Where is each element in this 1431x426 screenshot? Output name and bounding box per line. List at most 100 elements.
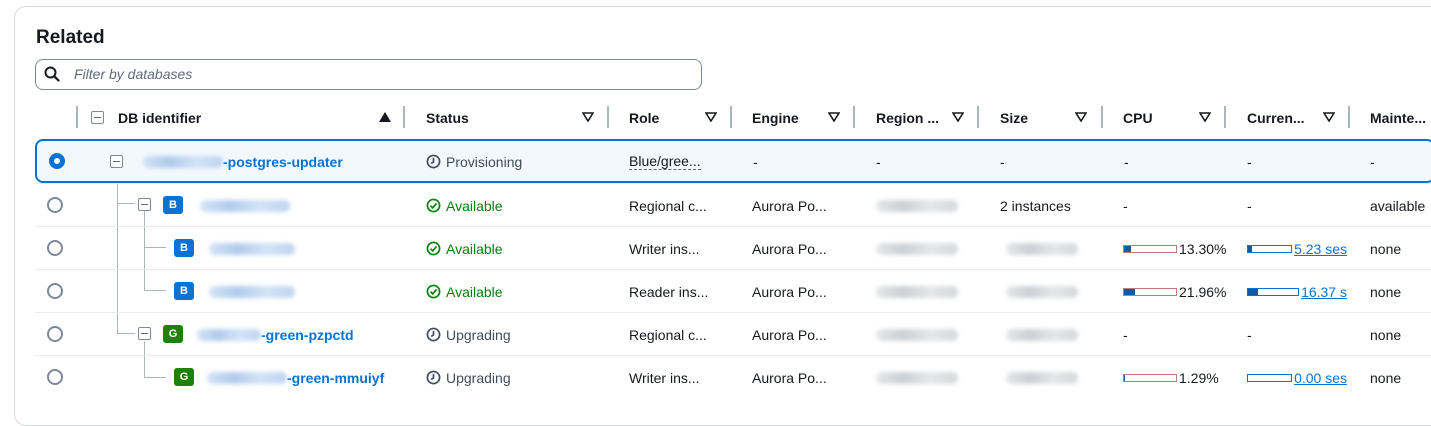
cpu-cell: - <box>1123 326 1128 343</box>
row-radio[interactable] <box>47 326 63 342</box>
clock-icon <box>426 154 441 169</box>
redacted-text <box>1006 285 1078 298</box>
panel-title: Related <box>36 27 105 48</box>
db-identifier[interactable]: -postgres-updater <box>143 140 343 183</box>
column-header-role[interactable]: Role <box>629 97 659 139</box>
status-cell: Available <box>426 227 503 270</box>
row-radio[interactable] <box>47 369 63 385</box>
table-row[interactable]: -postgres-updater Provisioning Blue/gree… <box>35 139 1431 183</box>
size-cell <box>1000 356 1078 399</box>
column-divider[interactable] <box>1224 106 1226 128</box>
cpu-cell: 13.30% <box>1123 227 1226 270</box>
cpu-cell: 1.29% <box>1123 356 1219 399</box>
role-cell: Blue/gree... <box>629 153 701 170</box>
region-cell <box>876 356 958 399</box>
collapse-square-icon[interactable] <box>138 198 151 211</box>
table-row[interactable]: B Available Writer ins... Aurora Po... 1… <box>35 226 1431 269</box>
table-row[interactable]: B Available Regional c... Aurora Po... 2… <box>35 183 1431 226</box>
engine-cell: Aurora Po... <box>752 240 827 257</box>
connections-meter <box>1247 244 1293 253</box>
column-header-region[interactable]: Region ... <box>876 97 939 139</box>
status-cell: Available <box>426 270 503 313</box>
role-cell: Regional c... <box>629 197 707 214</box>
sort-ascending-icon[interactable] <box>379 112 391 122</box>
db-identifier[interactable]: -green-mmuiyf <box>207 356 384 399</box>
column-header-maintenance[interactable]: Mainte... <box>1370 97 1426 139</box>
collapse-all-icon[interactable] <box>91 111 104 124</box>
column-divider[interactable] <box>730 106 732 128</box>
row-radio[interactable] <box>49 153 65 169</box>
redacted-text <box>197 328 261 341</box>
column-divider[interactable] <box>403 106 405 128</box>
connections-cell: - <box>1247 326 1252 343</box>
sort-icon[interactable] <box>1075 112 1087 122</box>
column-header-cpu[interactable]: CPU <box>1123 97 1153 139</box>
column-header-db-identifier[interactable]: DB identifier <box>118 97 201 139</box>
maintenance-cell: none <box>1370 369 1402 386</box>
column-divider[interactable] <box>607 106 609 128</box>
column-divider[interactable] <box>1348 106 1350 128</box>
column-divider[interactable] <box>977 106 979 128</box>
sort-icon[interactable] <box>828 112 840 122</box>
db-identifier[interactable] <box>200 184 290 227</box>
sort-icon[interactable] <box>582 112 594 122</box>
db-identifier[interactable]: -green-pzpctd <box>197 313 354 356</box>
redacted-text <box>143 155 223 168</box>
engine-cell: Aurora Po... <box>752 369 827 386</box>
collapse-square-icon[interactable] <box>110 155 123 168</box>
sort-icon[interactable] <box>952 112 964 122</box>
status-cell: Upgrading <box>426 313 511 356</box>
column-header-engine[interactable]: Engine <box>752 97 799 139</box>
table-row[interactable]: G -green-mmuiyf Upgrading Writer ins... … <box>35 355 1431 398</box>
column-divider[interactable] <box>853 106 855 128</box>
region-cell <box>876 313 958 356</box>
size-cell: 2 instances <box>1000 197 1071 214</box>
redacted-text <box>876 328 958 341</box>
blue-badge: B <box>163 196 183 214</box>
row-radio[interactable] <box>47 197 63 213</box>
blue-badge: B <box>174 282 194 300</box>
redacted-text <box>209 285 295 298</box>
db-identifier[interactable] <box>209 227 295 270</box>
status-cell: Provisioning <box>426 140 522 183</box>
table-row[interactable]: B Available Reader ins... Aurora Po... 2… <box>35 269 1431 312</box>
redacted-text <box>200 199 290 212</box>
column-divider[interactable] <box>1101 106 1103 128</box>
cpu-cell: - <box>1124 153 1129 170</box>
table-row[interactable]: G -green-pzpctd Upgrading Regional c... … <box>35 312 1431 355</box>
filter-box[interactable] <box>35 59 702 90</box>
clock-icon <box>426 370 441 385</box>
redacted-text <box>876 242 958 255</box>
role-cell: Regional c... <box>629 326 707 343</box>
engine-cell: Aurora Po... <box>752 197 827 214</box>
status-cell: Upgrading <box>426 356 511 399</box>
sort-icon[interactable] <box>1323 112 1335 122</box>
column-divider[interactable] <box>76 106 78 128</box>
size-cell <box>1000 227 1078 270</box>
cpu-cell: 21.96% <box>1123 270 1226 313</box>
sort-icon[interactable] <box>705 112 717 122</box>
db-identifier[interactable] <box>209 270 295 313</box>
column-header-current-activity[interactable]: Curren... <box>1247 97 1305 139</box>
row-radio[interactable] <box>47 283 63 299</box>
sort-icon[interactable] <box>1199 112 1211 122</box>
filter-input[interactable] <box>74 64 674 84</box>
region-cell <box>876 270 958 313</box>
column-header-status[interactable]: Status <box>426 97 469 139</box>
role-cell: Writer ins... <box>629 240 700 257</box>
clock-icon <box>426 327 441 342</box>
size-cell <box>1000 313 1078 356</box>
column-header-size[interactable]: Size <box>1000 97 1028 139</box>
green-badge: G <box>163 325 183 343</box>
region-cell <box>876 227 958 270</box>
connections-meter <box>1247 287 1300 296</box>
redacted-text <box>1006 328 1078 341</box>
connections-meter <box>1247 373 1293 382</box>
redacted-text <box>876 371 958 384</box>
collapse-square-icon[interactable] <box>138 327 151 340</box>
cpu-meter <box>1123 373 1177 382</box>
redacted-text <box>876 285 958 298</box>
row-radio[interactable] <box>47 240 63 256</box>
connections-cell: 0.00 ses <box>1247 356 1347 399</box>
redacted-text <box>1006 371 1078 384</box>
